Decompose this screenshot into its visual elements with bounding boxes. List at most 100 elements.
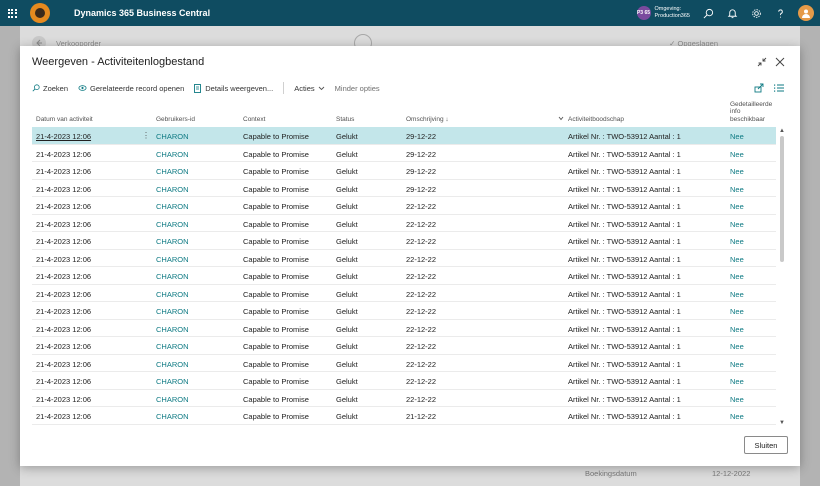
cell-detailed[interactable]: Nee [730, 342, 744, 351]
cell-user-id[interactable]: CHARON [156, 412, 189, 421]
column-header-date[interactable]: Datum van activiteit [36, 116, 93, 124]
table-row[interactable]: 21-4-2023 12:06 CHARON Capable to Promise G… [32, 372, 776, 390]
cell-date[interactable]: 21-4-2023 12:06 [36, 307, 91, 316]
cell-date[interactable]: 21-4-2023 12:06 [36, 325, 91, 334]
cell-detailed[interactable]: Nee [730, 325, 744, 334]
table-row[interactable]: 21-4-2023 12:06 CHARON Capable to Promise G… [32, 145, 776, 162]
environment-indicator[interactable]: P3 65 Omgeving: Production365 [636, 6, 690, 20]
cell-detailed[interactable]: Nee [730, 377, 744, 386]
cell-detailed[interactable]: Nee [730, 360, 744, 369]
cell-date[interactable]: 21-4-2023 12:06 [36, 360, 91, 369]
gear-icon[interactable] [750, 7, 762, 19]
cell-date[interactable]: 21-4-2023 12:06 [36, 395, 91, 404]
table-row[interactable]: 21-4-2023 12:06 CHARON Capable to Promise G… [32, 215, 776, 232]
column-header-status[interactable]: Status [336, 116, 354, 124]
column-header-detailed[interactable]: Gedetailleerde info beschikbaar [730, 101, 776, 124]
cell-detailed[interactable]: Nee [730, 167, 744, 176]
column-header-user-id[interactable]: Gebruikers-id [156, 116, 195, 124]
cell-user-id[interactable]: CHARON [156, 290, 189, 299]
cell-detailed[interactable]: Nee [730, 255, 744, 264]
cell-date[interactable]: 21-4-2023 12:06 [36, 377, 91, 386]
search-icon[interactable] [702, 7, 714, 19]
cell-date[interactable]: 21-4-2023 12:06 [36, 412, 91, 421]
cell-user-id[interactable]: CHARON [156, 220, 189, 229]
cell-user-id[interactable]: CHARON [156, 342, 189, 351]
collapse-icon[interactable] [756, 56, 768, 68]
fewer-options-button[interactable]: Minder opties [335, 84, 380, 93]
help-icon[interactable] [774, 7, 786, 19]
table-row[interactable]: 21-4-2023 12:06 CHARON Capable to Promise G… [32, 337, 776, 355]
cell-user-id[interactable]: CHARON [156, 325, 189, 334]
cell-user-id[interactable]: CHARON [156, 395, 189, 404]
cell-user-id[interactable]: CHARON [156, 167, 189, 176]
scroll-down-icon[interactable]: ▼ [779, 420, 785, 426]
waffle-icon[interactable] [0, 0, 24, 26]
cell-date[interactable]: 21-4-2023 12:06 [36, 185, 91, 194]
table-row[interactable]: 21-4-2023 12:06 CHARON Capable to Promise G… [32, 162, 776, 180]
cell-date[interactable]: 21-4-2023 12:06 [36, 342, 91, 351]
table-row[interactable]: 21-4-2023 12:06 CHARON Capable to Promise G… [32, 197, 776, 215]
chevron-down-icon[interactable] [558, 116, 564, 124]
column-header-message[interactable]: Activiteitboodschap [568, 116, 624, 124]
cell-date[interactable]: 21-4-2023 12:06 [36, 290, 91, 299]
cell-date[interactable]: 21-4-2023 12:06 [36, 132, 91, 141]
cell-detailed[interactable]: Nee [730, 412, 744, 421]
cell-user-id[interactable]: CHARON [156, 272, 189, 281]
table-row[interactable]: 21-4-2023 12:06 CHARON Capable to Promise G… [32, 285, 776, 302]
cell-detailed[interactable]: Nee [730, 185, 744, 194]
actions-menu[interactable]: Acties [294, 84, 324, 93]
cell-date[interactable]: 21-4-2023 12:06 [36, 237, 91, 246]
cell-detailed[interactable]: Nee [730, 272, 744, 281]
cell-detailed[interactable]: Nee [730, 202, 744, 211]
table-row[interactable]: 21-4-2023 12:06 CHARON Capable to Promise G… [32, 355, 776, 372]
cell-user-id[interactable]: CHARON [156, 360, 189, 369]
table-row[interactable]: 21-4-2023 12:06 CHARON Capable to Promise G… [32, 267, 776, 285]
column-header-description[interactable]: Omschrijving ↓ [406, 116, 449, 124]
cell-detailed[interactable]: Nee [730, 150, 744, 159]
table-row[interactable]: 21-4-2023 12:06 CHARON Capable to Promise G… [32, 302, 776, 320]
search-action[interactable]: Zoeken [32, 84, 68, 93]
cell-user-id[interactable]: CHARON [156, 307, 189, 316]
open-related-label: Gerelateerde record openen [90, 83, 185, 93]
list-icon[interactable] [774, 83, 784, 95]
cell-date[interactable]: 21-4-2023 12:06 [36, 272, 91, 281]
cell-user-id[interactable]: CHARON [156, 150, 189, 159]
table-scrollbar[interactable]: ▲ ▼ [778, 128, 786, 426]
table-row[interactable]: 21-4-2023 12:06 CHARON Capable to Promise G… [32, 250, 776, 267]
cell-user-id[interactable]: CHARON [156, 377, 189, 386]
show-details-action[interactable]: Details weergeven... [194, 84, 273, 93]
cell-user-id[interactable]: CHARON [156, 255, 189, 264]
cell-date[interactable]: 21-4-2023 12:06 [36, 202, 91, 211]
share-icon[interactable] [754, 83, 764, 95]
table-row[interactable]: 21-4-2023 12:06 CHARON Capable to Promise G… [32, 320, 776, 337]
table-row[interactable]: 21-4-2023 12:06 CHARON Capable to Promise G… [32, 127, 776, 145]
close-icon[interactable] [774, 56, 786, 68]
cell-user-id[interactable]: CHARON [156, 185, 189, 194]
table-row[interactable]: 21-4-2023 12:06 CHARON Capable to Promise G… [32, 390, 776, 407]
open-related-action[interactable]: Gerelateerde record openen [78, 84, 184, 93]
cell-detailed[interactable]: Nee [730, 307, 744, 316]
cell-user-id[interactable]: CHARON [156, 202, 189, 211]
row-more-icon[interactable]: ⋮ [142, 131, 150, 140]
table-row[interactable]: 21-4-2023 12:06 CHARON Capable to Promise G… [32, 407, 776, 425]
cell-detailed[interactable]: Nee [730, 220, 744, 229]
cell-detailed[interactable]: Nee [730, 290, 744, 299]
cell-detailed[interactable]: Nee [730, 237, 744, 246]
cell-date[interactable]: 21-4-2023 12:06 [36, 150, 91, 159]
cell-detailed[interactable]: Nee [730, 132, 744, 141]
cell-detailed[interactable]: Nee [730, 395, 744, 404]
bell-icon[interactable] [726, 7, 738, 19]
cell-date[interactable]: 21-4-2023 12:06 [36, 167, 91, 176]
table-row[interactable]: 21-4-2023 12:06 CHARON Capable to Promise G… [32, 232, 776, 250]
cell-date[interactable]: 21-4-2023 12:06 [36, 255, 91, 264]
user-avatar[interactable] [798, 5, 814, 21]
scroll-thumb[interactable] [780, 136, 784, 262]
cell-description: 22-12-22 [406, 394, 437, 404]
cell-date[interactable]: 21-4-2023 12:06 [36, 220, 91, 229]
table-row[interactable]: 21-4-2023 12:06 CHARON Capable to Promise G… [32, 180, 776, 197]
scroll-up-icon[interactable]: ▲ [779, 128, 785, 134]
close-button[interactable]: Sluiten [744, 436, 788, 454]
cell-user-id[interactable]: CHARON [156, 132, 189, 141]
column-header-context[interactable]: Context [243, 116, 265, 124]
cell-user-id[interactable]: CHARON [156, 237, 189, 246]
